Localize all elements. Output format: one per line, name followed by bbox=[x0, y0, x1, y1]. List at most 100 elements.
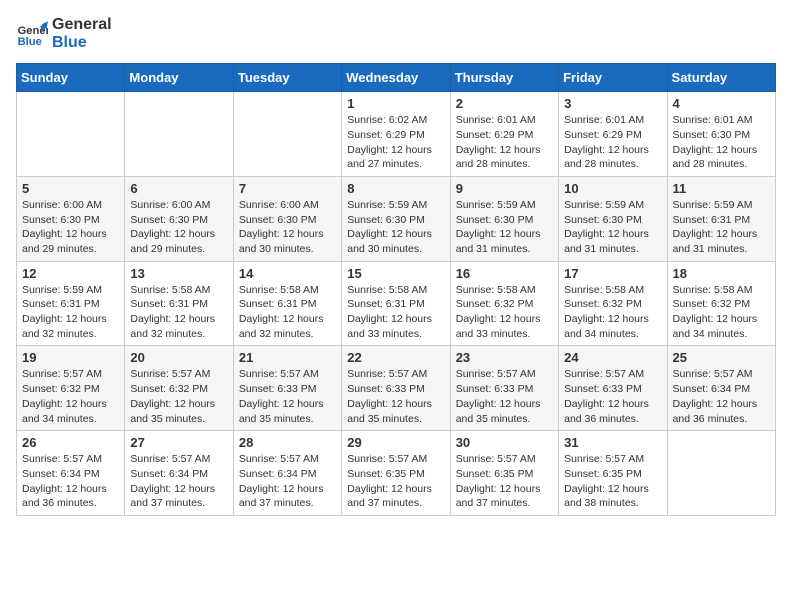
day-number: 21 bbox=[239, 350, 336, 365]
day-number: 11 bbox=[673, 181, 770, 196]
week-row-1: 1Sunrise: 6:02 AM Sunset: 6:29 PM Daylig… bbox=[17, 92, 776, 177]
day-info: Sunrise: 6:02 AM Sunset: 6:29 PM Dayligh… bbox=[347, 113, 444, 172]
day-info: Sunrise: 5:58 AM Sunset: 6:31 PM Dayligh… bbox=[347, 283, 444, 342]
day-header-saturday: Saturday bbox=[667, 64, 775, 92]
calendar-cell: 2Sunrise: 6:01 AM Sunset: 6:29 PM Daylig… bbox=[450, 92, 558, 177]
day-header-tuesday: Tuesday bbox=[233, 64, 341, 92]
day-info: Sunrise: 5:57 AM Sunset: 6:34 PM Dayligh… bbox=[22, 452, 119, 511]
logo: General Blue General Blue bbox=[16, 16, 112, 51]
day-info: Sunrise: 5:57 AM Sunset: 6:33 PM Dayligh… bbox=[239, 367, 336, 426]
calendar-cell: 25 Sunrise: 5:57 AM Sunset: 6:34 PM Dayli… bbox=[667, 346, 775, 431]
day-info: Sunrise: 5:59 AM Sunset: 6:30 PM Dayligh… bbox=[564, 198, 661, 257]
day-info: Sunrise: 5:57 AM Sunset: 6:34 PM Dayligh… bbox=[239, 452, 336, 511]
calendar-cell: 17 Sunrise: 5:58 AM Sunset: 6:32 PM Dayli… bbox=[559, 261, 667, 346]
day-header-sunday: Sunday bbox=[17, 64, 125, 92]
day-info: Sunrise: 5:57 AM Sunset: 6:33 PM Dayligh… bbox=[347, 367, 444, 426]
day-info: Sunrise: 5:57 AM Sunset: 6:35 PM Dayligh… bbox=[347, 452, 444, 511]
calendar-cell: 4 Sunrise: 6:01 AM Sunset: 6:30 PM Daylig… bbox=[667, 92, 775, 177]
day-header-wednesday: Wednesday bbox=[342, 64, 450, 92]
day-number: 16 bbox=[456, 266, 553, 281]
page-header: General Blue General Blue bbox=[16, 16, 776, 51]
day-number: 6 bbox=[130, 181, 227, 196]
calendar-cell: 8Sunrise: 5:59 AM Sunset: 6:30 PM Daylig… bbox=[342, 176, 450, 261]
day-number: 4 bbox=[673, 96, 770, 111]
calendar-table: SundayMondayTuesdayWednesdayThursdayFrid… bbox=[16, 63, 776, 516]
logo-icon: General Blue bbox=[16, 18, 48, 50]
day-info: Sunrise: 5:57 AM Sunset: 6:35 PM Dayligh… bbox=[456, 452, 553, 511]
day-info: Sunrise: 5:57 AM Sunset: 6:35 PM Dayligh… bbox=[564, 452, 661, 511]
day-info: Sunrise: 6:01 AM Sunset: 6:29 PM Dayligh… bbox=[564, 113, 661, 172]
calendar-cell: 20 Sunrise: 5:57 AM Sunset: 6:32 PM Dayli… bbox=[125, 346, 233, 431]
calendar-cell bbox=[667, 431, 775, 516]
week-row-3: 12Sunrise: 5:59 AM Sunset: 6:31 PM Dayli… bbox=[17, 261, 776, 346]
day-number: 17 bbox=[564, 266, 661, 281]
calendar-header: SundayMondayTuesdayWednesdayThursdayFrid… bbox=[17, 64, 776, 92]
calendar-cell bbox=[233, 92, 341, 177]
calendar-cell: 3 Sunrise: 6:01 AM Sunset: 6:29 PM Daylig… bbox=[559, 92, 667, 177]
calendar-cell: 14Sunrise: 5:58 AM Sunset: 6:31 PM Dayli… bbox=[233, 261, 341, 346]
day-header-thursday: Thursday bbox=[450, 64, 558, 92]
calendar-cell: 13 Sunrise: 5:58 AM Sunset: 6:31 PM Dayli… bbox=[125, 261, 233, 346]
calendar-body: 1Sunrise: 6:02 AM Sunset: 6:29 PM Daylig… bbox=[17, 92, 776, 516]
day-number: 2 bbox=[456, 96, 553, 111]
day-info: Sunrise: 5:59 AM Sunset: 6:31 PM Dayligh… bbox=[673, 198, 770, 257]
calendar-cell: 18 Sunrise: 5:58 AM Sunset: 6:32 PM Dayli… bbox=[667, 261, 775, 346]
day-info: Sunrise: 5:57 AM Sunset: 6:34 PM Dayligh… bbox=[673, 367, 770, 426]
calendar-cell: 29Sunrise: 5:57 AM Sunset: 6:35 PM Dayli… bbox=[342, 431, 450, 516]
header-row: SundayMondayTuesdayWednesdayThursdayFrid… bbox=[17, 64, 776, 92]
week-row-4: 19 Sunrise: 5:57 AM Sunset: 6:32 PM Dayli… bbox=[17, 346, 776, 431]
day-number: 20 bbox=[130, 350, 227, 365]
day-info: Sunrise: 6:00 AM Sunset: 6:30 PM Dayligh… bbox=[22, 198, 119, 257]
day-number: 26 bbox=[22, 435, 119, 450]
calendar-cell: 7Sunrise: 6:00 AM Sunset: 6:30 PM Daylig… bbox=[233, 176, 341, 261]
day-info: Sunrise: 5:57 AM Sunset: 6:33 PM Dayligh… bbox=[564, 367, 661, 426]
calendar-cell: 31 Sunrise: 5:57 AM Sunset: 6:35 PM Dayli… bbox=[559, 431, 667, 516]
calendar-cell bbox=[17, 92, 125, 177]
day-number: 7 bbox=[239, 181, 336, 196]
day-info: Sunrise: 5:58 AM Sunset: 6:32 PM Dayligh… bbox=[673, 283, 770, 342]
logo-blue: Blue bbox=[52, 34, 112, 52]
day-header-friday: Friday bbox=[559, 64, 667, 92]
day-info: Sunrise: 5:57 AM Sunset: 6:33 PM Dayligh… bbox=[456, 367, 553, 426]
day-number: 14 bbox=[239, 266, 336, 281]
day-number: 27 bbox=[130, 435, 227, 450]
day-number: 10 bbox=[564, 181, 661, 196]
day-number: 3 bbox=[564, 96, 661, 111]
calendar-cell: 10 Sunrise: 5:59 AM Sunset: 6:30 PM Dayli… bbox=[559, 176, 667, 261]
day-info: Sunrise: 5:58 AM Sunset: 6:32 PM Dayligh… bbox=[564, 283, 661, 342]
day-number: 22 bbox=[347, 350, 444, 365]
day-number: 28 bbox=[239, 435, 336, 450]
day-number: 15 bbox=[347, 266, 444, 281]
calendar-cell: 21 Sunrise: 5:57 AM Sunset: 6:33 PM Dayli… bbox=[233, 346, 341, 431]
day-info: Sunrise: 5:59 AM Sunset: 6:30 PM Dayligh… bbox=[456, 198, 553, 257]
day-number: 5 bbox=[22, 181, 119, 196]
calendar-cell bbox=[125, 92, 233, 177]
logo-general: General bbox=[52, 16, 112, 34]
calendar-cell: 30 Sunrise: 5:57 AM Sunset: 6:35 PM Dayli… bbox=[450, 431, 558, 516]
calendar-cell: 26 Sunrise: 5:57 AM Sunset: 6:34 PM Dayli… bbox=[17, 431, 125, 516]
day-info: Sunrise: 5:57 AM Sunset: 6:32 PM Dayligh… bbox=[22, 367, 119, 426]
week-row-5: 26 Sunrise: 5:57 AM Sunset: 6:34 PM Dayli… bbox=[17, 431, 776, 516]
day-info: Sunrise: 5:59 AM Sunset: 6:30 PM Dayligh… bbox=[347, 198, 444, 257]
day-info: Sunrise: 5:59 AM Sunset: 6:31 PM Dayligh… bbox=[22, 283, 119, 342]
day-info: Sunrise: 5:58 AM Sunset: 6:32 PM Dayligh… bbox=[456, 283, 553, 342]
svg-text:Blue: Blue bbox=[18, 36, 42, 48]
calendar-cell: 1Sunrise: 6:02 AM Sunset: 6:29 PM Daylig… bbox=[342, 92, 450, 177]
day-number: 13 bbox=[130, 266, 227, 281]
day-number: 25 bbox=[673, 350, 770, 365]
calendar-cell: 5 Sunrise: 6:00 AM Sunset: 6:30 PM Daylig… bbox=[17, 176, 125, 261]
day-number: 18 bbox=[673, 266, 770, 281]
day-number: 19 bbox=[22, 350, 119, 365]
day-info: Sunrise: 5:57 AM Sunset: 6:32 PM Dayligh… bbox=[130, 367, 227, 426]
day-number: 30 bbox=[456, 435, 553, 450]
day-number: 31 bbox=[564, 435, 661, 450]
calendar-cell: 19 Sunrise: 5:57 AM Sunset: 6:32 PM Dayli… bbox=[17, 346, 125, 431]
calendar-cell: 22 Sunrise: 5:57 AM Sunset: 6:33 PM Dayli… bbox=[342, 346, 450, 431]
calendar-cell: 12Sunrise: 5:59 AM Sunset: 6:31 PM Dayli… bbox=[17, 261, 125, 346]
day-info: Sunrise: 5:57 AM Sunset: 6:34 PM Dayligh… bbox=[130, 452, 227, 511]
calendar-cell: 24Sunrise: 5:57 AM Sunset: 6:33 PM Dayli… bbox=[559, 346, 667, 431]
day-info: Sunrise: 6:01 AM Sunset: 6:30 PM Dayligh… bbox=[673, 113, 770, 172]
calendar-cell: 23Sunrise: 5:57 AM Sunset: 6:33 PM Dayli… bbox=[450, 346, 558, 431]
day-info: Sunrise: 6:00 AM Sunset: 6:30 PM Dayligh… bbox=[130, 198, 227, 257]
day-info: Sunrise: 5:58 AM Sunset: 6:31 PM Dayligh… bbox=[130, 283, 227, 342]
